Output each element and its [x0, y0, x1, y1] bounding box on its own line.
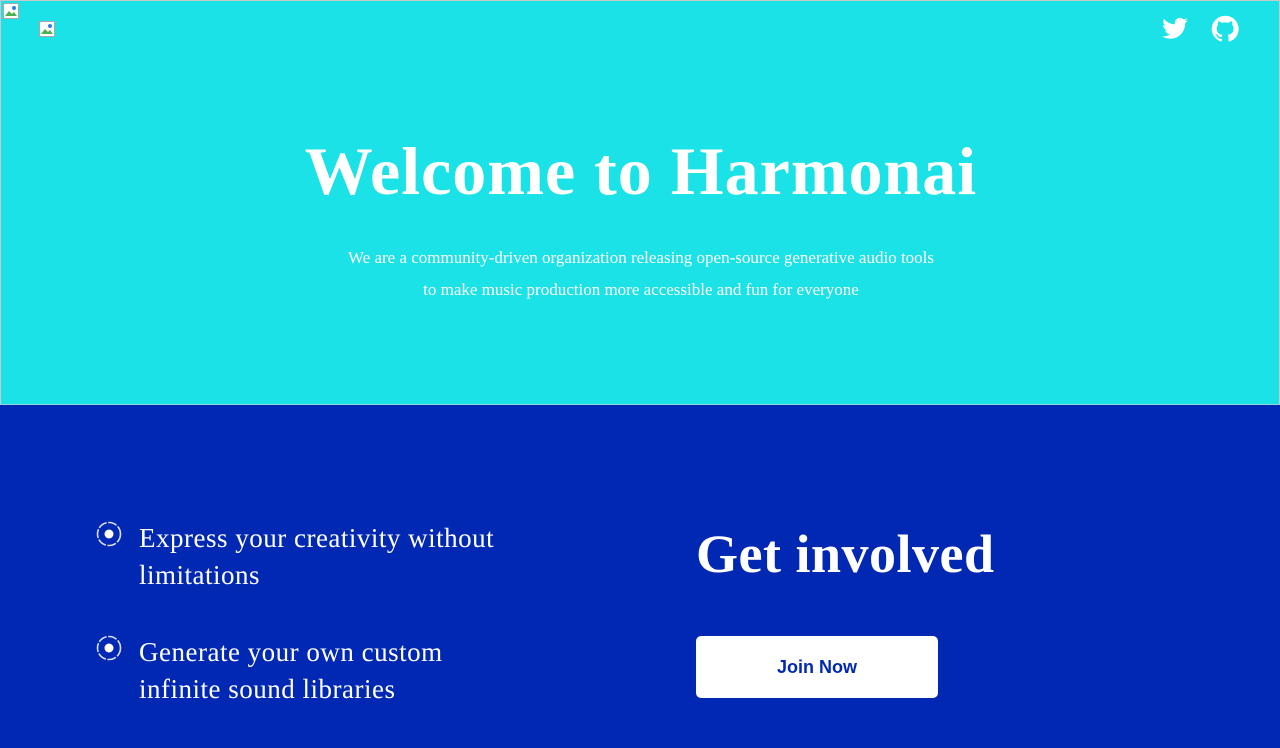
- hero-banner: Welcome to Harmonai We are a community-d…: [0, 0, 1280, 405]
- feature-text: Generate your own custom infinite sound …: [139, 637, 443, 704]
- list-item: Generate your own custom infinite sound …: [95, 634, 525, 708]
- get-involved-section: Get involved Join Now: [696, 522, 995, 698]
- join-now-button[interactable]: Join Now: [696, 636, 938, 698]
- social-links: [1161, 15, 1239, 43]
- radio-target-icon: [95, 520, 123, 548]
- twitter-icon[interactable]: [1161, 15, 1189, 43]
- page-title: Welcome to Harmonai: [304, 133, 978, 209]
- broken-image-icon: [3, 3, 19, 19]
- get-involved-heading: Get involved: [696, 524, 995, 584]
- hero-subtitle: We are a community-driven organization r…: [347, 248, 935, 299]
- radio-target-icon: [95, 634, 123, 662]
- github-icon[interactable]: [1211, 15, 1239, 43]
- feature-list: Express your creativity without limitati…: [95, 520, 525, 748]
- list-item: Express your creativity without limitati…: [95, 520, 525, 594]
- feature-text: Express your creativity without limitati…: [139, 523, 495, 590]
- logo-image[interactable]: [39, 21, 55, 37]
